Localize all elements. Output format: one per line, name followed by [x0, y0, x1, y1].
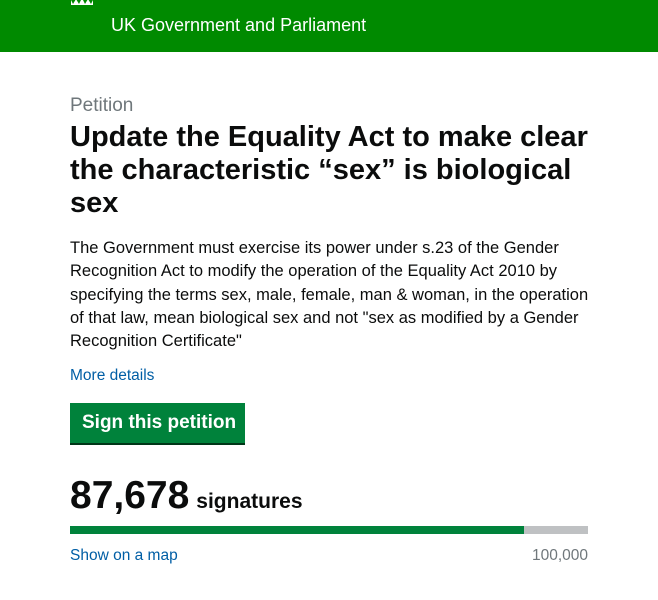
signature-count: 87,678 signatures — [70, 474, 303, 518]
more-details-link[interactable]: More details — [70, 366, 154, 386]
header-title[interactable]: UK Government and Parliament — [111, 14, 366, 36]
crown-icon — [71, 0, 93, 5]
signature-count-number: 87,678 — [70, 474, 190, 517]
show-on-map-link[interactable]: Show on a map — [70, 546, 178, 566]
petition-description: The Government must exercise its power u… — [70, 239, 589, 351]
petition-kicker: Petition — [70, 95, 134, 116]
site-header: UK Government and Parliament — [0, 0, 658, 52]
signature-progress-bar — [70, 526, 588, 534]
petition-title: Update the Equality Act to make clear th… — [70, 121, 588, 219]
signature-count-label: signatures — [196, 490, 303, 513]
signature-target: 100,000 — [531, 547, 588, 564]
sign-petition-button[interactable]: Sign this petition — [70, 403, 245, 443]
signature-progress-fill — [70, 526, 525, 534]
